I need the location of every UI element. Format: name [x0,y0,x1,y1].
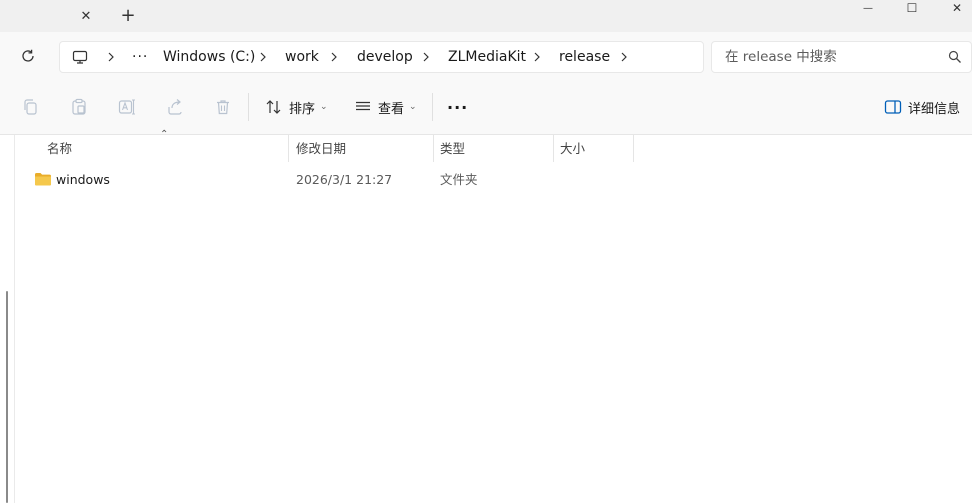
more-options-button[interactable]: ··· [447,93,468,121]
sort-icon [266,100,281,114]
search-icon [948,50,961,63]
chevron-down-icon: ⌄ [409,102,417,112]
navigation-scrollbar[interactable] [6,291,8,503]
chevron-right-icon [260,52,266,62]
minimize-icon: — [863,2,873,14]
delete-button[interactable] [213,97,233,117]
minimize-button[interactable]: — [845,0,891,16]
chevron-right-icon [423,52,429,62]
file-list-pane: ⌃ 名称 修改日期 类型 大小 windows 2026/3/1 21:27 文… [0,129,972,503]
paste-button[interactable] [69,97,89,117]
tab-close-button[interactable]: ✕ [76,6,96,26]
computer-icon [72,50,88,64]
refresh-button[interactable] [18,46,38,66]
close-window-button[interactable]: ✕ [934,0,972,16]
search-placeholder: 在 release 中搜索 [725,49,837,65]
maximize-icon: ☐ [906,1,918,15]
breadcrumb-item[interactable]: ZLMediaKit [448,42,526,72]
chevron-right-icon [534,52,540,62]
chevron-right-icon [621,52,627,62]
plus-icon: + [120,5,136,26]
toolbar-divider [432,93,433,121]
file-name: windows [56,172,110,187]
paste-icon [72,98,86,115]
trash-icon [217,100,229,115]
folder-icon [35,173,51,186]
search-box[interactable]: 在 release 中搜索 [711,41,972,73]
column-divider[interactable] [433,135,434,162]
file-type: 文件夹 [440,172,478,187]
copy-button[interactable] [20,97,40,117]
new-tab-button[interactable]: + [117,5,139,27]
column-header-name[interactable]: 名称 [47,135,287,162]
chevron-right-icon [108,52,114,62]
title-bar: ✕ + — ☐ ✕ [0,0,972,32]
details-label: 详细信息 [908,101,961,117]
file-modified: 2026/3/1 21:27 [296,172,393,187]
copy-icon [24,99,37,115]
breadcrumb-item[interactable]: work [285,42,319,72]
rename-button[interactable] [117,97,137,117]
column-divider[interactable] [633,135,634,162]
column-header-type[interactable]: 类型 [440,135,552,162]
share-icon [168,99,182,115]
close-icon: ✕ [80,8,92,24]
tab-release[interactable]: ✕ [0,0,108,32]
more-icon: ··· [447,97,469,117]
view-label: 查看 [378,101,405,117]
details-pane-button[interactable]: 详细信息 [884,93,960,121]
refresh-icon [22,49,34,62]
address-bar[interactable]: ··· Windows (C:) work develop ZLMediaKit… [59,41,704,73]
navigation-pane-edge [14,135,15,503]
chevron-down-icon: ⌄ [320,102,328,112]
address-row: ··· Windows (C:) work develop ZLMediaKit… [0,32,972,81]
close-icon: ✕ [951,1,963,15]
column-divider[interactable] [553,135,554,162]
command-bar: 排序 ⌄ 查看 ⌄ ··· 详细信息 [0,80,972,135]
toolbar-divider [248,93,249,121]
column-header-modified[interactable]: 修改日期 [296,135,432,162]
breadcrumb-item[interactable]: develop [357,42,413,72]
breadcrumb-item[interactable]: release [559,42,610,72]
view-button[interactable]: 查看 ⌄ [354,93,417,121]
file-row[interactable]: windows 2026/3/1 21:27 文件夹 [28,167,968,193]
column-divider[interactable] [288,135,289,162]
chevron-right-icon [331,52,337,62]
breadcrumb-more[interactable]: ··· [132,42,148,72]
view-list-icon [356,101,370,111]
rename-icon [118,99,135,115]
details-pane-icon [884,100,902,114]
sort-label: 排序 [289,101,316,117]
breadcrumb-item[interactable]: Windows (C:) [163,42,255,72]
sort-button[interactable]: 排序 ⌄ [265,93,328,121]
maximize-button[interactable]: ☐ [889,0,935,16]
column-header-size[interactable]: 大小 [560,135,632,162]
share-button[interactable] [165,97,185,117]
